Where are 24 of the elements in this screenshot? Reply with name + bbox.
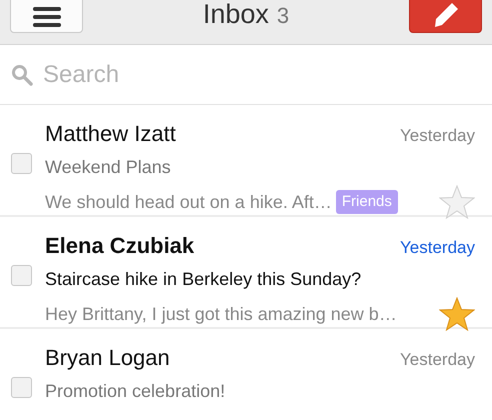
message-date: Yesterday bbox=[400, 125, 475, 147]
message-subject: Staircase hike in Berkeley this Sunday? bbox=[45, 268, 362, 291]
compose-button[interactable] bbox=[409, 0, 482, 33]
message-preview: We should head out on a hike. Aft… bbox=[45, 190, 332, 214]
sender-name: Matthew Izatt bbox=[45, 120, 176, 148]
inbox-title: Inbox bbox=[202, 0, 269, 29]
checkbox[interactable] bbox=[11, 153, 32, 174]
menu-button[interactable] bbox=[10, 0, 83, 33]
message-date: Yesterday bbox=[400, 349, 475, 371]
sender-name: Bryan Logan bbox=[45, 344, 170, 372]
sender-name: Elena Czubiak bbox=[45, 232, 194, 260]
menu-icon bbox=[32, 6, 60, 26]
message-date: Yesterday bbox=[400, 237, 475, 259]
star-icon[interactable] bbox=[439, 297, 475, 331]
star-icon[interactable] bbox=[439, 185, 475, 219]
message-preview: Hey Brittany, I just got this amazing new b… bbox=[45, 302, 397, 326]
label-tag: Friends bbox=[336, 190, 398, 214]
message-subject: Weekend Plans bbox=[45, 156, 172, 179]
search-icon bbox=[11, 64, 33, 86]
checkbox[interactable] bbox=[11, 265, 32, 286]
message-subject: Promotion celebration! bbox=[45, 380, 226, 403]
unread-count: 3 bbox=[276, 3, 290, 28]
checkbox[interactable] bbox=[11, 377, 32, 398]
pencil-icon bbox=[432, 2, 458, 28]
